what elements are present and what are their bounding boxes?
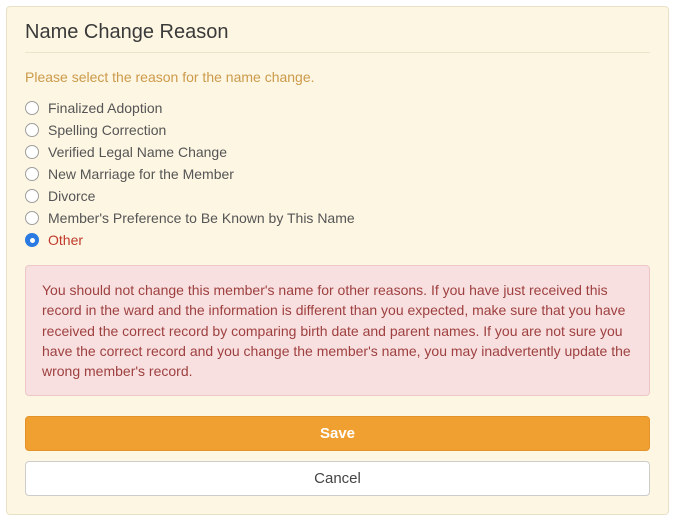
option-divorce[interactable]: Divorce <box>25 185 650 207</box>
option-other[interactable]: Other <box>25 229 650 251</box>
save-button[interactable]: Save <box>25 416 650 451</box>
radio-icon <box>25 145 39 159</box>
radio-icon <box>25 233 39 247</box>
option-label: Finalized Adoption <box>48 97 162 119</box>
name-change-reason-panel: Name Change Reason Please select the rea… <box>6 6 669 515</box>
option-label: Member's Preference to Be Known by This … <box>48 207 355 229</box>
radio-icon <box>25 123 39 137</box>
warning-alert: You should not change this member's name… <box>25 265 650 396</box>
radio-icon <box>25 211 39 225</box>
option-new-marriage[interactable]: New Marriage for the Member <box>25 163 650 185</box>
option-label: New Marriage for the Member <box>48 163 234 185</box>
radio-icon <box>25 167 39 181</box>
option-finalized-adoption[interactable]: Finalized Adoption <box>25 97 650 119</box>
option-verified-legal-name-change[interactable]: Verified Legal Name Change <box>25 141 650 163</box>
cancel-button[interactable]: Cancel <box>25 461 650 496</box>
reason-options: Finalized Adoption Spelling Correction V… <box>25 97 650 251</box>
option-label: Verified Legal Name Change <box>48 141 227 163</box>
option-label: Other <box>48 229 83 251</box>
instruction-text: Please select the reason for the name ch… <box>25 69 650 85</box>
radio-icon <box>25 101 39 115</box>
panel-title: Name Change Reason <box>25 21 650 53</box>
radio-icon <box>25 189 39 203</box>
option-member-preference[interactable]: Member's Preference to Be Known by This … <box>25 207 650 229</box>
option-label: Divorce <box>48 185 95 207</box>
option-label: Spelling Correction <box>48 119 166 141</box>
option-spelling-correction[interactable]: Spelling Correction <box>25 119 650 141</box>
